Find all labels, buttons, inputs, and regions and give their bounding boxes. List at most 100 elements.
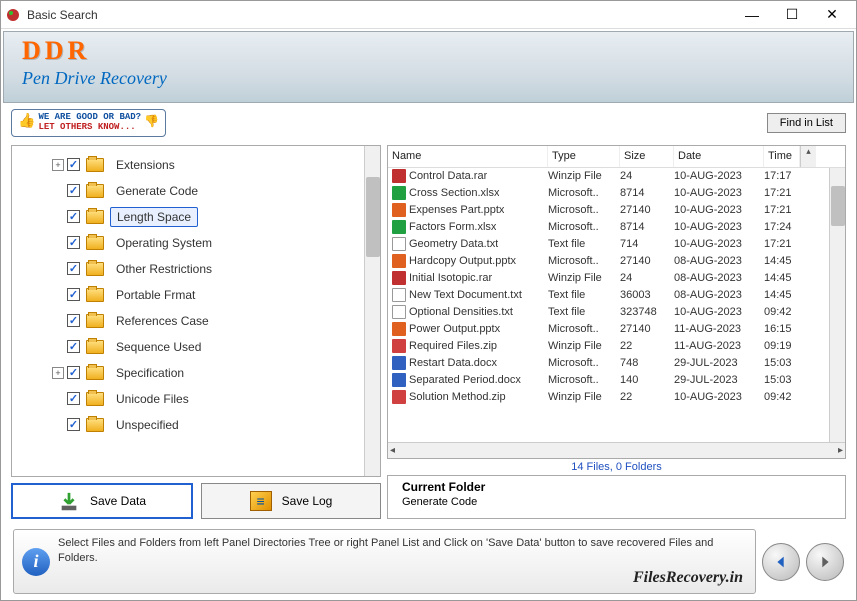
- tree-checkbox[interactable]: [67, 210, 80, 223]
- tree-item[interactable]: Other Restrictions: [16, 256, 360, 282]
- list-row[interactable]: Factors Form.xlsxMicrosoft..871410-AUG-2…: [388, 219, 829, 236]
- col-header-time[interactable]: Time: [764, 146, 800, 167]
- file-name: Expenses Part.pptx: [409, 204, 504, 216]
- tree-checkbox[interactable]: [67, 314, 80, 327]
- col-header-date[interactable]: Date: [674, 146, 764, 167]
- list-row[interactable]: New Text Document.txtText file3600308-AU…: [388, 287, 829, 304]
- file-icon: [392, 220, 406, 234]
- tree-checkbox[interactable]: [67, 366, 80, 379]
- file-type: Text file: [548, 238, 620, 250]
- file-name: New Text Document.txt: [409, 289, 522, 301]
- right-column: Name Type Size Date Time ▴ Control Data.…: [387, 145, 846, 520]
- list-row[interactable]: Hardcopy Output.pptxMicrosoft..2714008-A…: [388, 253, 829, 270]
- nav-forward-button[interactable]: [806, 543, 844, 581]
- file-icon: [392, 373, 406, 387]
- file-name: Initial Isotopic.rar: [409, 272, 492, 284]
- file-size: 24: [620, 170, 674, 182]
- tree-item[interactable]: +Specification: [16, 360, 360, 386]
- minimize-button[interactable]: —: [732, 2, 772, 28]
- tree-item[interactable]: Generate Code: [16, 178, 360, 204]
- tree-expand-icon[interactable]: +: [52, 367, 64, 379]
- file-name: Restart Data.docx: [409, 357, 497, 369]
- tree-item[interactable]: Length Space: [16, 204, 360, 230]
- tree-expand-icon[interactable]: +: [52, 159, 64, 171]
- tree-item[interactable]: Operating System: [16, 230, 360, 256]
- save-data-icon: [58, 491, 80, 511]
- file-date: 08-AUG-2023: [674, 289, 764, 301]
- file-icon: [392, 254, 406, 268]
- list-row[interactable]: Expenses Part.pptxMicrosoft..2714010-AUG…: [388, 202, 829, 219]
- tree-checkbox[interactable]: [67, 262, 80, 275]
- file-date: 10-AUG-2023: [674, 391, 764, 403]
- file-date: 10-AUG-2023: [674, 204, 764, 216]
- tree-label: Operating System: [110, 234, 218, 252]
- list-row[interactable]: Initial Isotopic.rarWinzip File2408-AUG-…: [388, 270, 829, 287]
- file-icon: [392, 169, 406, 183]
- file-icon: [392, 339, 406, 353]
- list-row[interactable]: Optional Densities.txtText file32374810-…: [388, 304, 829, 321]
- file-time: 14:45: [764, 272, 800, 284]
- status-panel: i Select Files and Folders from left Pan…: [13, 529, 756, 594]
- file-type: Winzip File: [548, 391, 620, 403]
- tree-checkbox[interactable]: [67, 236, 80, 249]
- folder-tree[interactable]: +ExtensionsGenerate CodeLength Space Oper…: [12, 146, 364, 477]
- list-row[interactable]: Power Output.pptxMicrosoft..2714011-AUG-…: [388, 321, 829, 338]
- list-hscrollbar[interactable]: ◂▸: [388, 442, 845, 458]
- file-name: Power Output.pptx: [409, 323, 500, 335]
- tree-item[interactable]: Sequence Used: [16, 334, 360, 360]
- save-data-button[interactable]: Save Data: [11, 483, 193, 519]
- tree-item[interactable]: +Extensions: [16, 152, 360, 178]
- tree-label: References Case: [110, 312, 215, 330]
- file-name: Hardcopy Output.pptx: [409, 255, 516, 267]
- file-date: 10-AUG-2023: [674, 187, 764, 199]
- list-row[interactable]: Required Files.zipWinzip File2211-AUG-20…: [388, 338, 829, 355]
- nav-back-button[interactable]: [762, 543, 800, 581]
- file-size: 714: [620, 238, 674, 250]
- file-type: Microsoft..: [548, 357, 620, 369]
- list-row[interactable]: Geometry Data.txtText file71410-AUG-2023…: [388, 236, 829, 253]
- tree-checkbox[interactable]: [67, 288, 80, 301]
- tree-checkbox[interactable]: [67, 392, 80, 405]
- file-type: Microsoft..: [548, 374, 620, 386]
- file-name: Factors Form.xlsx: [409, 221, 496, 233]
- list-row[interactable]: Cross Section.xlsxMicrosoft..871410-AUG-…: [388, 185, 829, 202]
- file-time: 09:42: [764, 306, 800, 318]
- tree-checkbox[interactable]: [67, 340, 80, 353]
- tree-checkbox[interactable]: [67, 418, 80, 431]
- save-log-button[interactable]: Save Log: [201, 483, 381, 519]
- maximize-button[interactable]: ☐: [772, 2, 812, 28]
- file-icon: [392, 186, 406, 200]
- brand-logo: DDR: [22, 38, 835, 64]
- list-vscroll-top[interactable]: ▴: [800, 146, 816, 167]
- tree-item[interactable]: Portable Frmat: [16, 282, 360, 308]
- tree-item[interactable]: References Case: [16, 308, 360, 334]
- find-in-list-button[interactable]: Find in List: [767, 113, 846, 133]
- col-header-type[interactable]: Type: [548, 146, 620, 167]
- file-time: 17:24: [764, 221, 800, 233]
- tree-item[interactable]: Unicode Files: [16, 386, 360, 412]
- file-icon: [392, 271, 406, 285]
- close-button[interactable]: ✕: [812, 2, 852, 28]
- file-type: Winzip File: [548, 340, 620, 352]
- window: Basic Search — ☐ ✕ DDR Pen Drive Recover…: [0, 0, 857, 601]
- file-list[interactable]: Control Data.rarWinzip File2410-AUG-2023…: [388, 168, 829, 443]
- file-time: 14:45: [764, 255, 800, 267]
- col-header-name[interactable]: Name: [388, 146, 548, 167]
- tree-scrollbar[interactable]: [364, 146, 380, 477]
- tree-label: Unicode Files: [110, 390, 195, 408]
- file-date: 29-JUL-2023: [674, 374, 764, 386]
- file-icon: [392, 322, 406, 336]
- list-row[interactable]: Restart Data.docxMicrosoft..74829-JUL-20…: [388, 355, 829, 372]
- file-icon: [392, 356, 406, 370]
- file-date: 11-AUG-2023: [674, 323, 764, 335]
- list-row[interactable]: Solution Method.zipWinzip File2210-AUG-2…: [388, 389, 829, 406]
- tree-checkbox[interactable]: [67, 184, 80, 197]
- feedback-button[interactable]: 👍 WE ARE GOOD OR BAD? LET OTHERS KNOW...…: [11, 109, 166, 137]
- list-row[interactable]: Separated Period.docxMicrosoft..14029-JU…: [388, 372, 829, 389]
- col-header-size[interactable]: Size: [620, 146, 674, 167]
- file-type: Microsoft..: [548, 323, 620, 335]
- list-vscrollbar[interactable]: [829, 168, 845, 443]
- tree-checkbox[interactable]: [67, 158, 80, 171]
- tree-item[interactable]: Unspecified: [16, 412, 360, 438]
- list-row[interactable]: Control Data.rarWinzip File2410-AUG-2023…: [388, 168, 829, 185]
